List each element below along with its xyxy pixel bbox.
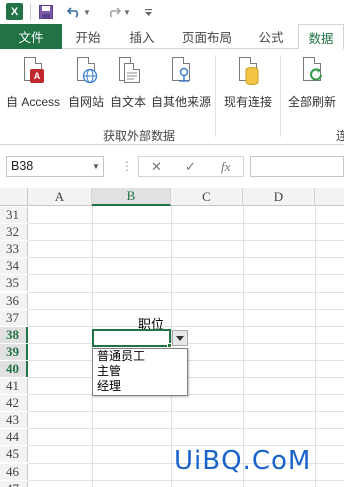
row-gridline xyxy=(28,223,344,225)
row-header[interactable]: 36 xyxy=(0,292,28,309)
save-icon xyxy=(39,5,53,19)
from-web-label: 自网站 xyxy=(67,95,104,109)
cancel-entry-button[interactable]: ✕ xyxy=(151,159,162,175)
row-gridline xyxy=(28,291,344,293)
row-header[interactable]: 32 xyxy=(0,224,28,241)
column-gridline xyxy=(243,206,244,487)
row-gridline xyxy=(28,240,344,242)
row-header[interactable]: 40 xyxy=(0,360,28,377)
enter-entry-button[interactable]: ✓ xyxy=(185,159,196,175)
from-access-button[interactable]: A 自 Access xyxy=(4,53,62,111)
refresh-all-button[interactable]: 全部刷新 xyxy=(284,53,340,111)
from-web-button[interactable]: 自网站 xyxy=(66,53,106,111)
existing-connections-button[interactable]: 现有连接 xyxy=(220,53,276,111)
refresh-all-icon xyxy=(298,55,326,89)
name-box-dropdown-icon[interactable]: ▼ xyxy=(92,162,100,171)
save-button[interactable] xyxy=(38,3,54,21)
ribbon-group-divider xyxy=(280,55,281,137)
name-box[interactable]: B38 xyxy=(6,156,104,177)
tab-formulas[interactable]: 公式 xyxy=(248,24,294,49)
row-header[interactable]: 35 xyxy=(0,275,28,292)
tab-home[interactable]: 开始 xyxy=(64,24,112,49)
web-page-icon xyxy=(72,55,100,89)
watermark: UiBQ.CoM xyxy=(174,446,312,476)
insert-function-button[interactable]: fx xyxy=(221,159,230,175)
customize-qat-icon xyxy=(144,8,152,16)
select-all-corner[interactable] xyxy=(0,188,28,206)
column-header-row: A B C D xyxy=(0,188,344,206)
chevron-down-icon xyxy=(176,335,184,341)
row-gridline xyxy=(28,325,344,327)
ribbon-group-label: 获取外部数据 xyxy=(103,129,176,143)
dropdown-option[interactable]: 经理 xyxy=(93,379,187,394)
redo-button[interactable]: ▼ xyxy=(106,3,132,21)
redo-icon xyxy=(109,7,122,18)
excel-logo-icon: X xyxy=(6,3,23,20)
refresh-all-label: 全部刷新 xyxy=(287,95,336,109)
undo-icon xyxy=(67,7,79,18)
dropdown-option[interactable]: 主管 xyxy=(93,364,187,379)
ribbon-group-divider xyxy=(215,55,216,137)
formula-buttons: ✕ ✓ fx xyxy=(138,156,244,177)
tab-insert[interactable]: 插入 xyxy=(118,24,166,49)
text-file-icon xyxy=(114,55,142,89)
toolbar-divider xyxy=(30,4,31,20)
row-header[interactable]: 44 xyxy=(0,429,28,446)
row-header[interactable]: 34 xyxy=(0,258,28,275)
tab-page-layout[interactable]: 页面布局 xyxy=(172,24,242,49)
row-header[interactable]: 46 xyxy=(0,463,28,480)
column-header-d[interactable]: D xyxy=(243,188,315,206)
column-header-b[interactable]: B xyxy=(92,188,171,206)
existing-connections-icon xyxy=(234,55,262,89)
validation-dropdown-list: 普通员工 主管 经理 xyxy=(92,348,188,396)
quick-access-toolbar: X ▼ ▼ xyxy=(0,0,344,24)
row-gridline xyxy=(28,274,344,276)
row-gridline xyxy=(28,479,344,481)
row-header[interactable]: 42 xyxy=(0,395,28,412)
row-header[interactable]: 41 xyxy=(0,378,28,394)
column-gridline xyxy=(315,206,316,487)
customize-qat-button[interactable] xyxy=(142,3,154,21)
ribbon-tab-bar: 文件 开始 插入 页面布局 公式 数据 xyxy=(0,24,344,50)
active-cell-b38[interactable] xyxy=(92,329,171,347)
dropdown-option[interactable]: 普通员工 xyxy=(93,349,187,364)
formula-input[interactable] xyxy=(250,156,344,177)
row-header[interactable]: 39 xyxy=(0,343,28,360)
existing-connections-label: 现有连接 xyxy=(223,95,272,109)
row-header[interactable]: 43 xyxy=(0,412,28,429)
tab-file[interactable]: 文件 xyxy=(0,24,62,49)
undo-button[interactable]: ▼ xyxy=(66,3,92,21)
row-header[interactable]: 38 xyxy=(0,326,28,343)
other-sources-icon xyxy=(167,55,195,89)
row-header[interactable]: 45 xyxy=(0,446,28,463)
row-header[interactable]: 31 xyxy=(0,207,28,223)
tab-data[interactable]: 数据 xyxy=(298,24,344,50)
column-header-c[interactable]: C xyxy=(171,188,243,206)
row-header[interactable]: 33 xyxy=(0,241,28,258)
undo-dropdown-icon[interactable]: ▼ xyxy=(83,8,91,17)
from-other-sources-button[interactable]: 自其他来源 xyxy=(150,53,212,111)
row-header[interactable]: 47 xyxy=(0,480,28,487)
row-gridline xyxy=(28,428,344,430)
row-gridline xyxy=(28,257,344,259)
column-header-a[interactable]: A xyxy=(28,188,92,206)
redo-dropdown-icon[interactable]: ▼ xyxy=(123,8,131,17)
from-other-sources-label: 自其他来源 xyxy=(150,95,211,109)
formula-bar: B38 ▼ ⋮ ✕ ✓ fx xyxy=(0,145,344,185)
formula-bar-grip-icon[interactable]: ⋮ xyxy=(121,159,133,173)
row-gridline xyxy=(28,308,344,310)
validation-dropdown-button[interactable] xyxy=(172,330,188,346)
ribbon-data: A 自 Access 自网站 自文本 自其他来源 现有连接 全部刷新 获取外部数… xyxy=(0,49,344,145)
access-database-icon: A xyxy=(19,55,47,89)
row-gridline xyxy=(28,411,344,413)
ribbon-group-label-cut: 连 xyxy=(336,129,344,143)
worksheet-grid[interactable]: A B C D 31 32 33 34 35 36 37 38 39 40 41 42 43 44 45 46… xyxy=(0,188,344,487)
row-header[interactable]: 37 xyxy=(0,309,28,326)
from-text-button[interactable]: 自文本 xyxy=(108,53,148,111)
from-access-label: 自 Access xyxy=(5,95,60,109)
from-text-label: 自文本 xyxy=(109,95,146,109)
